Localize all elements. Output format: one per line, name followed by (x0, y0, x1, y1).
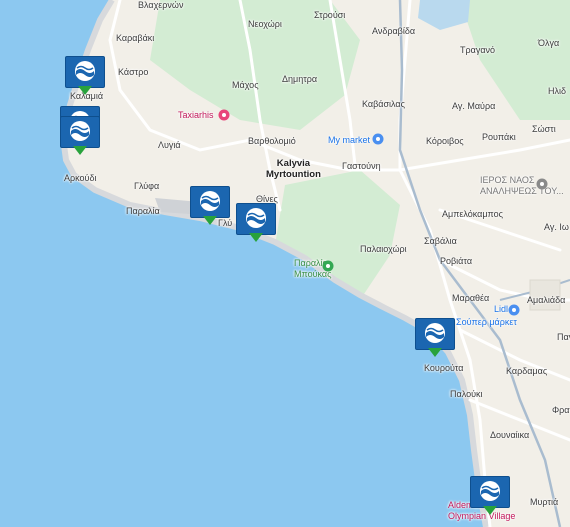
place-label[interactable]: Αγ. Ιω (544, 222, 569, 233)
place-label[interactable]: Τραγανό (460, 45, 495, 56)
place-label[interactable]: Kalyvia Myrtountion (266, 158, 321, 180)
blue-flag-olympian-village[interactable] (470, 476, 510, 524)
place-label[interactable]: Αγ. Μαύρα (452, 101, 495, 112)
place-label[interactable]: Παλούκι (450, 389, 483, 400)
place-label[interactable]: Γαστούνη (342, 161, 381, 172)
poi-label[interactable]: Lidl (494, 304, 508, 315)
place-label[interactable]: Πανο (557, 332, 570, 343)
blue-flag-icon (60, 116, 100, 148)
flag-pointer-icon (428, 348, 442, 357)
place-label[interactable]: Παραλία (126, 206, 160, 217)
place-label[interactable]: Σώστι (532, 124, 556, 135)
place-label[interactable]: Φραγ (552, 405, 570, 416)
blue-flag-icon (415, 318, 455, 350)
place-label[interactable]: Κόροιβος (426, 136, 464, 147)
flag-pointer-icon (203, 216, 217, 225)
place-label[interactable]: Αμπελόκαμπος (442, 209, 503, 220)
place-label[interactable]: Ρουπάκι (482, 132, 516, 143)
place-label[interactable]: Ανδραβίδα (372, 26, 415, 37)
blue-flag-kourouta[interactable] (415, 318, 455, 366)
place-label[interactable]: Λυγιά (158, 140, 181, 151)
place-label[interactable]: Κάστρο (118, 67, 148, 78)
place-label[interactable]: Αρκούδι (64, 173, 96, 184)
place-label[interactable]: Στρούσι (314, 10, 345, 21)
poi-label[interactable]: Taxiarhis (178, 110, 214, 121)
place-label[interactable]: Μαραθέα (452, 293, 489, 304)
shopping-cart-pin-icon[interactable] (372, 132, 384, 145)
flag-pointer-icon (73, 146, 87, 155)
poi-label[interactable]: Σούπερ μάρκετ (456, 317, 517, 328)
poi-label[interactable]: ΙΕΡΟΣ ΝΑΟΣ ΑΝΑΛΗΨΕΩΣ ΤΟΥ... (480, 175, 564, 197)
shopping-bag-pin-icon[interactable] (508, 303, 520, 316)
place-label[interactable]: Παλαιοχώρι (360, 244, 407, 255)
blue-flag-icon (190, 186, 230, 218)
place-label[interactable]: Βλαχερνών (138, 0, 183, 11)
flag-pointer-icon (483, 506, 497, 515)
poi-label[interactable]: My market (328, 135, 370, 146)
place-label[interactable]: Σαβάλια (424, 236, 457, 247)
blue-flag-icon (65, 56, 105, 88)
flag-pointer-icon (78, 86, 92, 95)
place-label[interactable]: Μάχος (232, 80, 259, 91)
place-label[interactable]: Δουναίικα (490, 430, 529, 441)
place-label[interactable]: Όλγα (538, 38, 559, 49)
place-label[interactable]: Βαρθολομιό (248, 136, 296, 147)
hotel-pin-icon[interactable] (218, 108, 230, 121)
blue-flag-kalamia[interactable] (65, 56, 105, 104)
place-label[interactable]: Νεοχώρι (248, 19, 282, 30)
blue-flag-glyfa[interactable] (190, 186, 230, 234)
blue-flag-icon (470, 476, 510, 508)
beach-umbrella-pin-icon[interactable] (322, 259, 334, 272)
blue-flag-thines[interactable] (236, 203, 276, 251)
blue-flag-icon (236, 203, 276, 235)
place-label[interactable]: Ηλιδ (548, 86, 566, 97)
flag-pointer-icon (249, 233, 263, 242)
place-label[interactable]: Μυρτιά (530, 497, 558, 508)
place-label[interactable]: Γλύφα (134, 181, 159, 192)
church-pin-icon[interactable] (536, 177, 548, 190)
place-label[interactable]: Αμαλιάδα (527, 295, 565, 306)
blue-flag-lygia-2[interactable] (60, 116, 100, 164)
place-label[interactable]: Ροβιάτα (440, 256, 472, 267)
place-label[interactable]: Καβάσιλας (362, 99, 405, 110)
place-label[interactable]: Δημητρα (282, 74, 317, 85)
place-label[interactable]: Καραβάκι (116, 33, 154, 44)
place-label[interactable]: Καρδαμας (506, 366, 547, 377)
